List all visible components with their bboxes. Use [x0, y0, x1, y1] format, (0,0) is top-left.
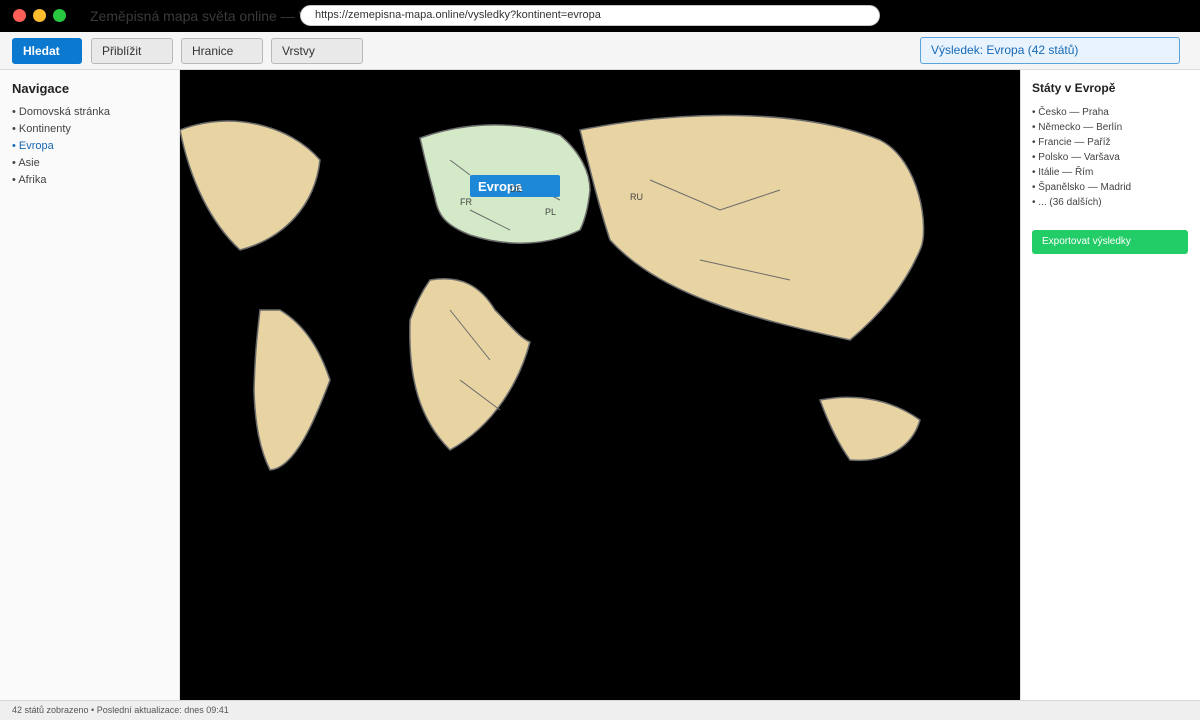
- layers-button[interactable]: Vrstvy: [271, 38, 363, 64]
- map-canvas: Evropa FR DE PL RU: [180, 70, 1020, 700]
- nav-item-asia[interactable]: • Asie: [12, 155, 110, 172]
- state-item[interactable]: • Itálie — Řím: [1032, 165, 1131, 180]
- country-label-pl: PL: [545, 207, 556, 217]
- search-button[interactable]: Hledat: [12, 38, 82, 64]
- states-title: Státy v Evropě: [1032, 81, 1116, 95]
- country-label-fr: FR: [460, 197, 472, 207]
- status-bar: 42 států zobrazeno • Poslední aktualizac…: [0, 700, 1200, 720]
- address-bar[interactable]: https://zemepisna-mapa.online/vysledky?k…: [300, 5, 880, 26]
- nav-item-home[interactable]: • Domovská stránka: [12, 104, 110, 121]
- state-item[interactable]: • Česko — Praha: [1032, 105, 1131, 120]
- states-list: • Česko — Praha • Německo — Berlín • Fra…: [1032, 105, 1131, 210]
- close-window-icon[interactable]: [13, 9, 26, 22]
- navigation-list: • Domovská stránka • Kontinenty • Evropa…: [12, 104, 110, 189]
- window-title: Zeměpisná mapa světa online — Vý: [90, 8, 305, 24]
- zoom-button[interactable]: Přiblížit: [91, 38, 173, 64]
- country-label-de: DE: [510, 184, 523, 194]
- state-item[interactable]: • Francie — Paříž: [1032, 135, 1131, 150]
- toolbar: Hledat Přiblížit Hranice Vrstvy Výsledek…: [0, 32, 1200, 70]
- country-label-ru: RU: [630, 192, 643, 202]
- state-item[interactable]: • Španělsko — Madrid: [1032, 180, 1131, 195]
- minimize-window-icon[interactable]: [33, 9, 46, 22]
- maximize-window-icon[interactable]: [53, 9, 66, 22]
- title-bar: Zeměpisná mapa světa online — Vý https:/…: [0, 0, 1200, 32]
- states-panel: Státy v Evropě • Česko — Praha • Německo…: [1020, 70, 1200, 700]
- borders-button[interactable]: Hranice: [181, 38, 263, 64]
- export-results-button[interactable]: Exportovat výsledky: [1032, 230, 1188, 254]
- world-map[interactable]: Evropa FR DE PL RU: [180, 70, 1020, 700]
- navigation-panel: Navigace • Domovská stránka • Kontinenty…: [0, 70, 180, 700]
- nav-item-africa[interactable]: • Afrika: [12, 172, 110, 189]
- state-item-more[interactable]: • ... (36 dalších): [1032, 195, 1131, 210]
- navigation-title: Navigace: [12, 81, 70, 96]
- state-item[interactable]: • Polsko — Varšava: [1032, 150, 1131, 165]
- state-item[interactable]: • Německo — Berlín: [1032, 120, 1131, 135]
- nav-item-europe[interactable]: • Evropa: [12, 138, 110, 155]
- result-badge: Výsledek: Evropa (42 států): [920, 37, 1180, 64]
- nav-item-continents[interactable]: • Kontinenty: [12, 121, 110, 138]
